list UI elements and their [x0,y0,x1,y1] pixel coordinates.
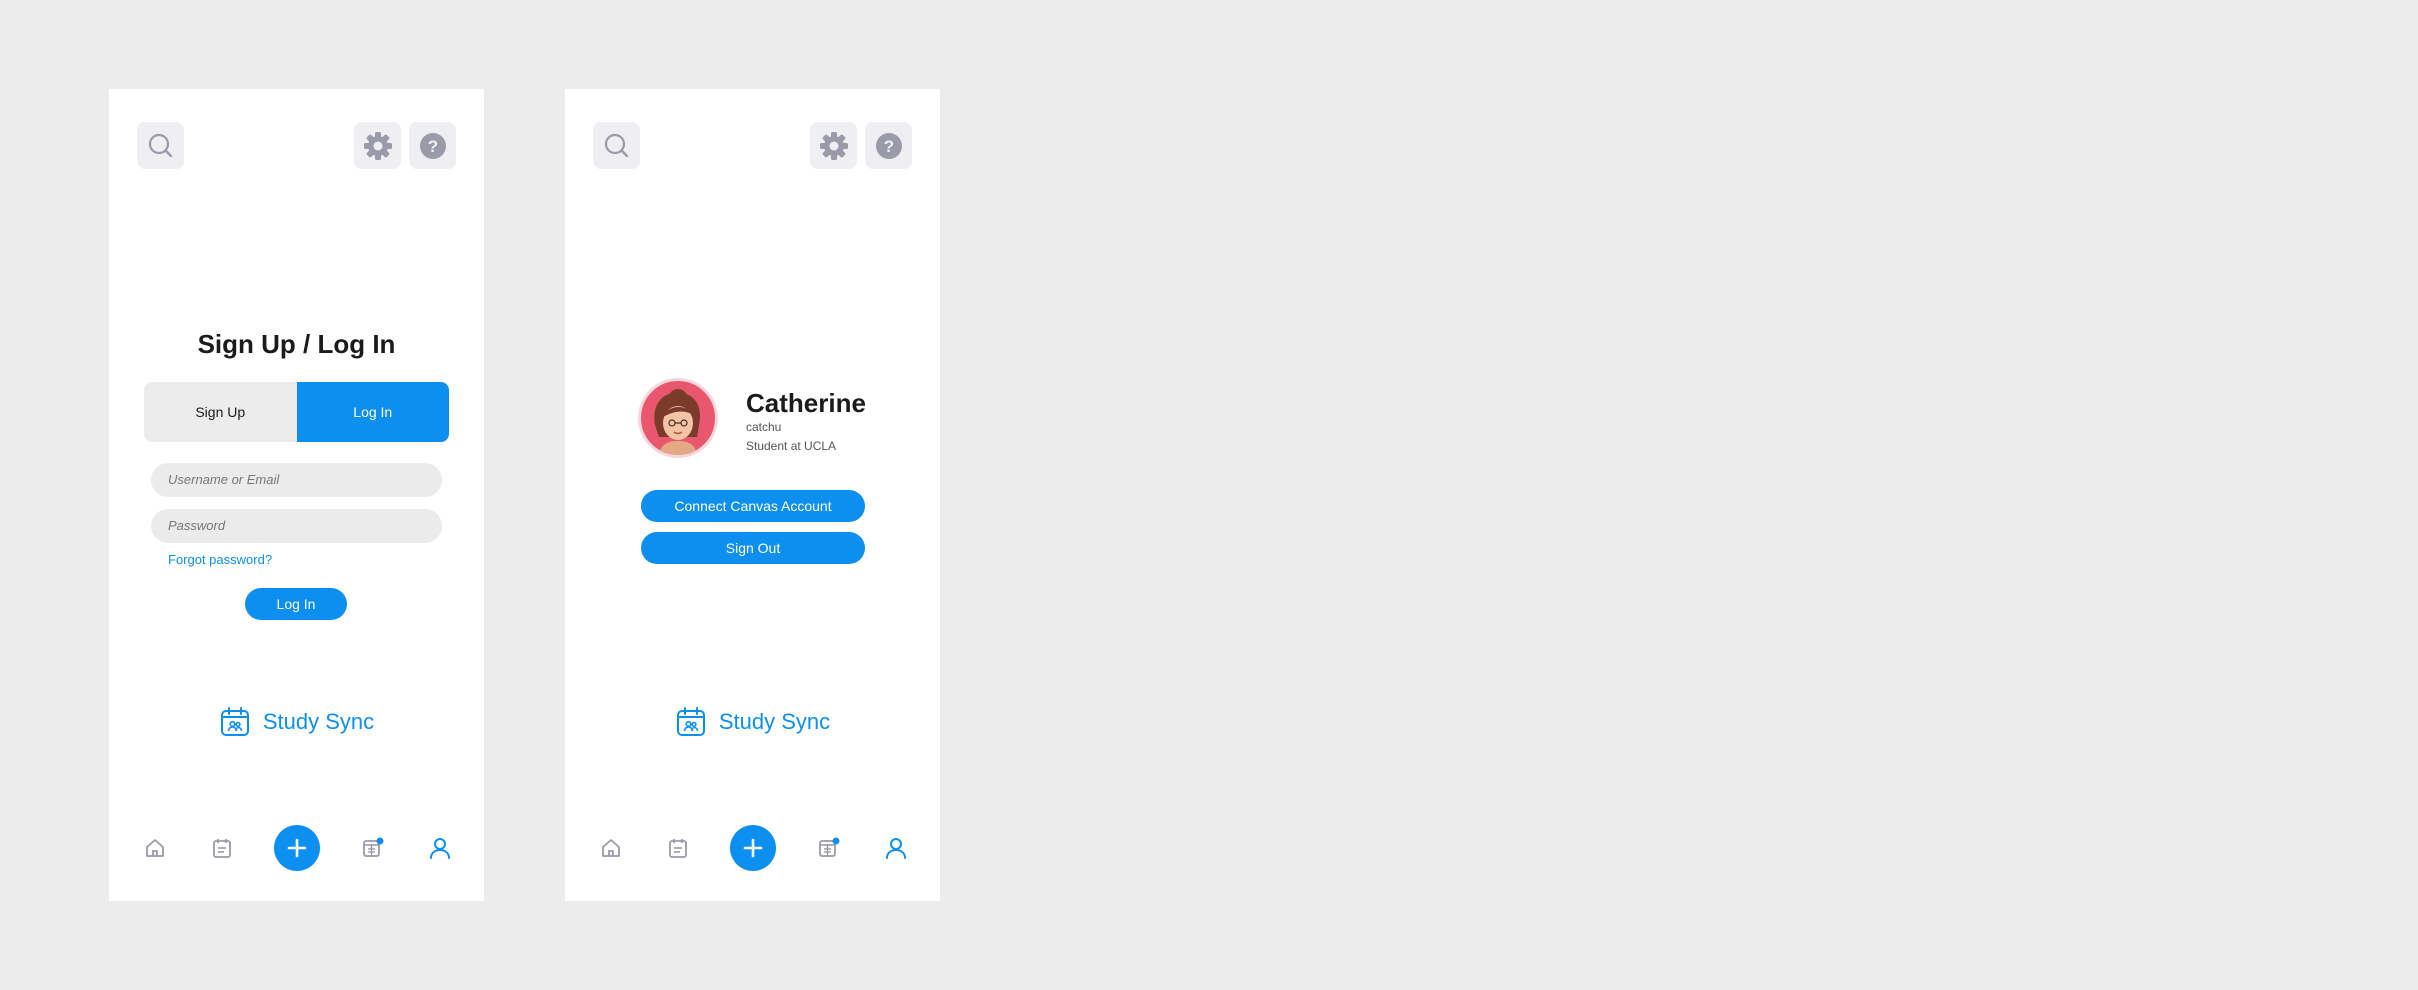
gear-icon [363,131,392,160]
search-button[interactable] [593,122,640,169]
tab-sign-up[interactable]: Sign Up [144,382,297,442]
profile-icon [886,838,906,859]
nav-calendar[interactable] [348,823,398,873]
profile-icon [430,838,450,859]
add-icon [287,838,307,858]
home-icon [602,839,620,857]
settings-button[interactable] [810,122,857,169]
notes-icon [213,839,231,858]
auth-mode-toggle: Sign Up Log In [144,382,449,442]
nav-notes[interactable] [197,823,247,873]
profile-subtitle: Student at UCLA [746,439,837,453]
brand-name: Study Sync [718,709,831,734]
profile-screen: ? Catherine catchu Student at UCLA Conne… [565,89,940,901]
home-icon [146,839,164,857]
help-button[interactable]: ? [409,122,456,169]
nav-calendar[interactable] [804,823,854,873]
nav-notes[interactable] [653,823,703,873]
forgot-password-link[interactable]: Forgot password? [168,552,272,567]
svg-text:?: ? [883,137,893,156]
bottom-nav [109,823,484,873]
nav-add-button[interactable] [730,825,776,871]
svg-text:?: ? [427,137,437,156]
calendar-icon [363,837,384,857]
help-icon: ? [875,132,902,159]
nav-profile[interactable] [415,823,465,873]
password-input[interactable]: Password [151,509,442,543]
sign-out-button[interactable]: Sign Out [641,532,865,564]
profile-name: Catherine [746,388,866,418]
nav-profile[interactable] [871,823,921,873]
search-button[interactable] [137,122,184,169]
bottom-nav [565,823,940,873]
page-title: Sign Up / Log In [197,329,396,359]
connect-canvas-button[interactable]: Connect Canvas Account [641,490,865,522]
search-icon [604,133,628,157]
login-screen: ? Sign Up / Log In Sign Up Log In Userna… [109,89,484,901]
help-button[interactable]: ? [865,122,912,169]
settings-button[interactable] [354,122,401,169]
username-input[interactable]: Username or Email [151,463,442,497]
search-icon [148,133,172,157]
calendar-logo-icon [676,707,705,736]
avatar [638,378,718,458]
nav-home[interactable] [130,823,180,873]
brand-logo: Study Sync [109,706,484,738]
calendar-icon [819,837,840,857]
help-icon: ? [419,132,446,159]
gear-icon [819,131,848,160]
tab-log-in[interactable]: Log In [296,382,449,442]
brand-name: Study Sync [262,709,375,734]
brand-logo: Study Sync [565,706,940,738]
add-icon [743,838,763,858]
notes-icon [669,839,687,858]
nav-add-button[interactable] [274,825,320,871]
profile-username: catchu [746,420,782,434]
log-in-button[interactable]: Log In [245,588,347,620]
avatar-illustration [654,389,701,455]
calendar-logo-icon [220,707,249,736]
nav-home[interactable] [586,823,636,873]
